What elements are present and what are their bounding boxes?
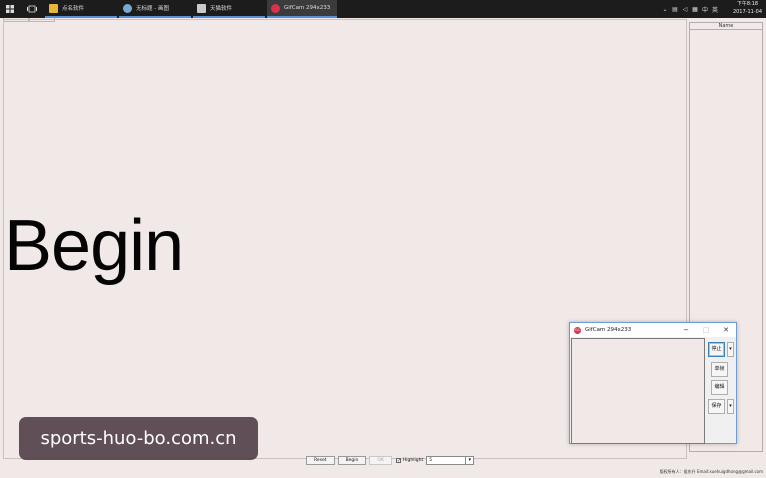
edit-button[interactable]: 编辑 [711, 380, 728, 395]
single-frame-button[interactable]: 单帧 [711, 362, 728, 377]
begin-button[interactable]: Begin [337, 456, 367, 465]
stop-dropdown-icon[interactable]: ▾ [727, 342, 734, 357]
highlight-checkbox[interactable]: ✓ [395, 458, 401, 464]
ok-button[interactable]: OK [369, 456, 392, 465]
taskbar-item-gifcam[interactable]: GifCam 294x233 [267, 0, 337, 18]
footer-credit: 版权所有人：侯东升 Email:xuehuigdhong@gmail.com [659, 469, 763, 474]
minimize-icon[interactable]: − [677, 323, 695, 337]
maximize-icon[interactable]: □ [697, 323, 715, 337]
gifcam-capture-frame[interactable] [571, 338, 705, 444]
gifcam-logo-icon: GC [574, 326, 581, 334]
taskbar-item-tmall[interactable]: 天猫软件 [193, 0, 265, 18]
volume-icon[interactable]: ◁ [680, 6, 690, 13]
save-dropdown-icon[interactable]: ▾ [727, 399, 734, 414]
system-tray: ⌄ ▤ ◁ ▦ 中 英 [660, 0, 720, 18]
highlight-label: Highlight [402, 458, 424, 463]
clock[interactable]: 下午8:18 2017-11-04 [733, 1, 762, 16]
chevron-down-icon[interactable]: ▾ [465, 457, 473, 464]
stop-button[interactable]: 停止 [708, 342, 725, 357]
app-icon [197, 3, 206, 13]
chevron-up-icon[interactable]: ⌄ [660, 6, 670, 13]
clock-time: 下午8:18 [736, 1, 759, 7]
ime-mode-indicator[interactable]: 英 [710, 5, 720, 14]
reset-button[interactable]: Reset [306, 456, 335, 465]
paint-icon [123, 3, 132, 13]
gifcam-title: GifCam 294x233 [585, 327, 632, 333]
clock-date: 2017-11-04 [732, 8, 762, 15]
close-icon[interactable]: ✕ [717, 323, 735, 337]
windows-start-icon[interactable] [4, 0, 16, 18]
column-header-name[interactable]: Name [690, 23, 762, 30]
keyboard-icon[interactable]: ▦ [690, 6, 700, 13]
taskbar: 点名软件 无标题 - 画图 天猫软件 GifCam 294x233 ⌄ ▤ ◁ … [0, 0, 766, 18]
network-icon[interactable]: ▤ [670, 6, 680, 13]
control-bar: Reset Begin OK ✓ Highlight 5 ▾ [306, 455, 475, 466]
save-button[interactable]: 保存 [708, 399, 725, 414]
task-view-icon[interactable] [26, 0, 38, 18]
taskbar-item-paint[interactable]: 无标题 - 画图 [119, 0, 191, 18]
folder-icon [49, 3, 58, 13]
gifcam-icon [271, 3, 280, 13]
taskbar-item-roll-call[interactable]: 点名软件 [45, 0, 117, 18]
watermark: sports-huo-bo.com.cn [19, 417, 258, 460]
display-text: Begin [4, 206, 184, 286]
gifcam-window[interactable]: GC GifCam 294x233 − □ ✕ 停止 ▾ 单帧 编辑 保存 ▾ [569, 322, 737, 444]
count-combo-value: 5 [429, 458, 433, 463]
count-combo[interactable]: 5 ▾ [426, 456, 475, 465]
ime-indicator[interactable]: 中 [700, 5, 710, 14]
